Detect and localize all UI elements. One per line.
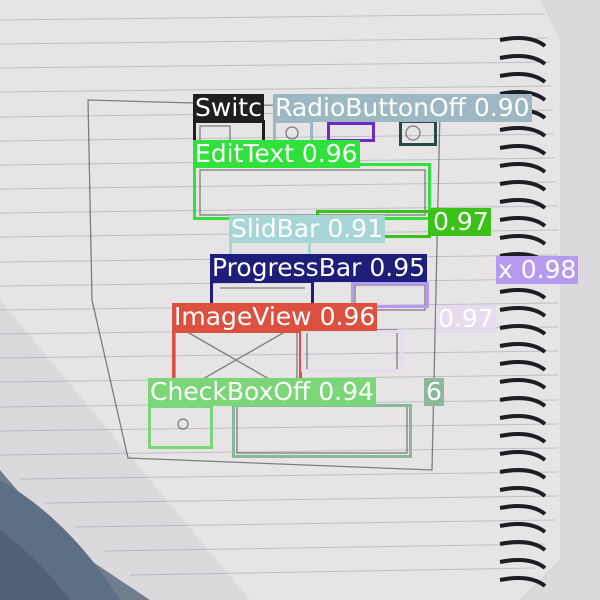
label-imageview2: 0.97 <box>436 304 496 333</box>
detection-box-radio-dark <box>399 120 437 146</box>
detection-box-textview <box>232 404 412 458</box>
detection-box-checkboxoff <box>148 405 213 449</box>
label-checkboxoff: CheckBoxOff 0.94 <box>148 377 376 406</box>
label-progressbar: ProgressBar 0.95 <box>210 253 428 282</box>
label-textview: 6 <box>424 377 444 406</box>
label-switch: Switc <box>193 93 264 122</box>
label-slidbar: SlidBar 0.91 <box>229 214 385 243</box>
label-checkbox: x 0.98 <box>496 255 579 284</box>
label-imageview: ImageView 0.96 <box>172 302 378 331</box>
annotated-photo: 6 CheckBoxOff 0.94 0.97 ImageView 0.96 x… <box>0 0 600 600</box>
label-radiobuttonoff: RadioButtonOff 0.90 <box>273 93 532 122</box>
label-button: 0.97 <box>431 207 491 236</box>
label-edittext: EditText 0.96 <box>193 139 360 168</box>
detection-box-imageview2 <box>301 330 403 372</box>
